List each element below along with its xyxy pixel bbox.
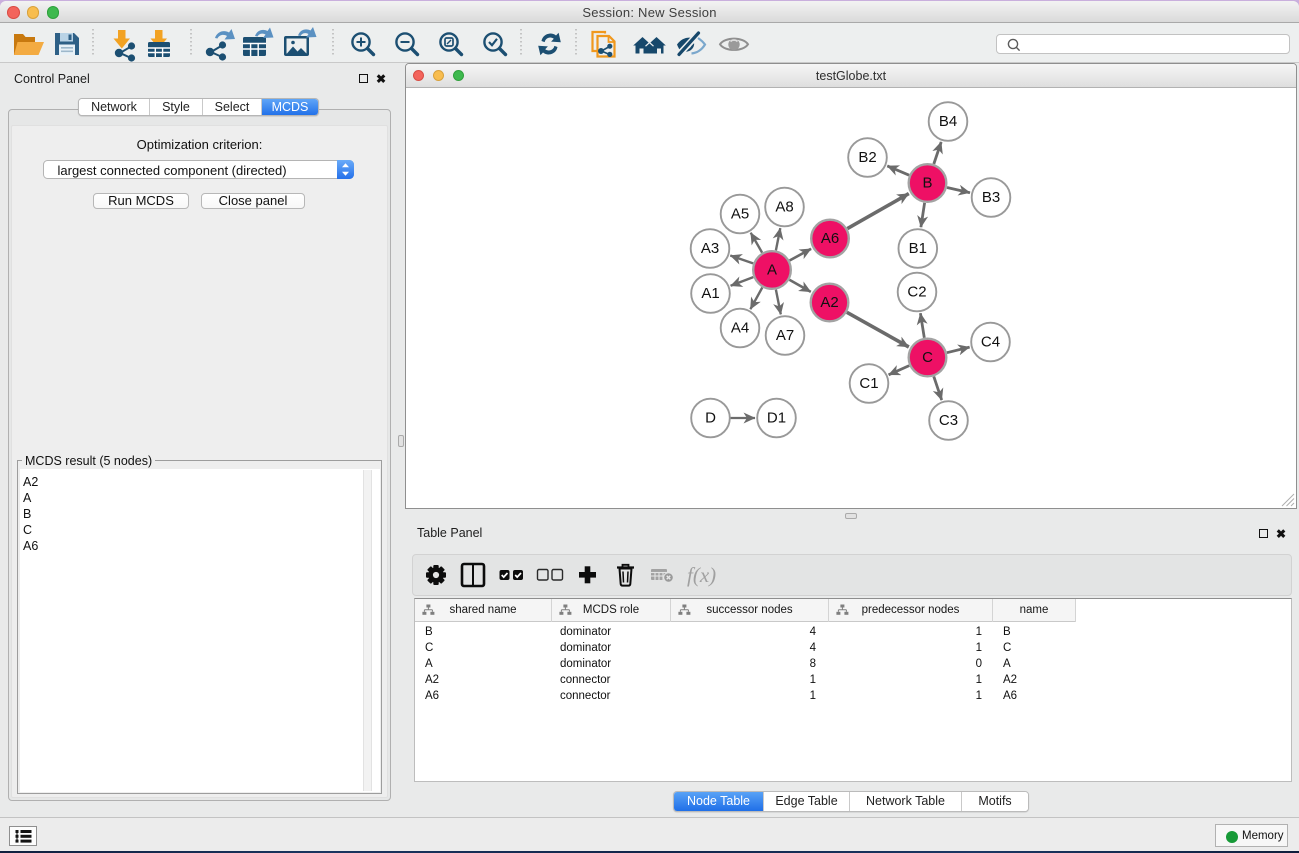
svg-text:C2: C2 [907,284,926,301]
svg-text:B2: B2 [858,149,876,166]
svg-text:A6: A6 [821,230,839,247]
svg-text:A: A [767,262,777,279]
svg-text:B4: B4 [939,113,957,130]
svg-text:A5: A5 [731,206,749,223]
svg-text:A3: A3 [701,240,719,257]
svg-text:C4: C4 [981,334,1000,351]
svg-text:A7: A7 [776,327,794,344]
svg-text:B1: B1 [909,240,927,257]
svg-text:B: B [922,175,932,192]
svg-text:C3: C3 [939,412,958,429]
svg-text:D1: D1 [767,410,786,427]
svg-text:D: D [705,410,716,427]
svg-text:A8: A8 [775,199,793,216]
svg-text:A1: A1 [701,285,719,302]
svg-text:A4: A4 [731,320,749,337]
svg-text:A2: A2 [820,294,838,311]
svg-text:C: C [922,349,933,366]
svg-text:C1: C1 [859,375,878,392]
svg-text:B3: B3 [982,189,1000,206]
svg-text:f(x): f(x) [687,563,716,587]
